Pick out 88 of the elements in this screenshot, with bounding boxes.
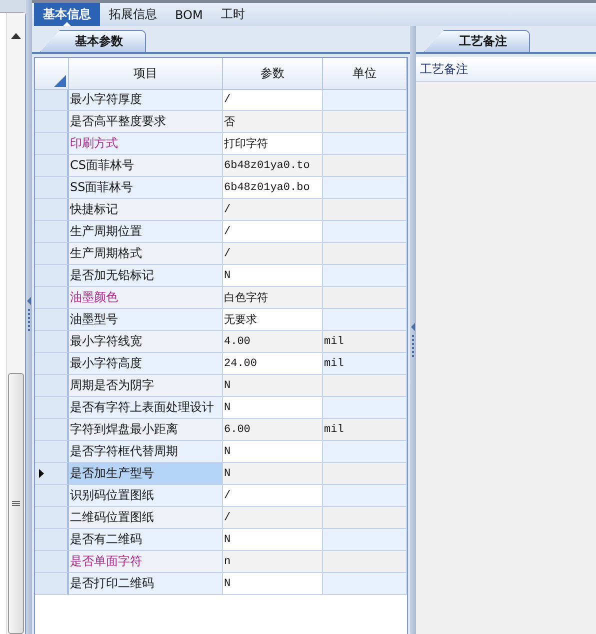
row-header-cell[interactable] — [35, 111, 69, 133]
table-cell: / — [223, 243, 323, 265]
table-cell: 二维码位置图纸 — [69, 507, 223, 529]
row-pointer-icon — [39, 469, 44, 478]
row-header-cell[interactable] — [35, 155, 69, 177]
table-cell: 油墨型号 — [69, 309, 223, 331]
table-cell: 是否高平整度要求 — [69, 111, 223, 133]
table-cell: 最小字符厚度 — [69, 89, 223, 111]
row-header-cell[interactable] — [35, 353, 69, 375]
table-cell: mil — [323, 331, 407, 353]
table-cell: 周期是否为阴字 — [69, 375, 223, 397]
row-header-cell[interactable] — [35, 485, 69, 507]
row-header-cell[interactable] — [35, 89, 69, 111]
table-cell: 6.00 — [223, 419, 323, 441]
row-header-cell[interactable] — [35, 507, 69, 529]
table-cell: 生产周期格式 — [69, 243, 223, 265]
top-tab[interactable]: 基本信息 — [34, 3, 100, 26]
table-cell: 4.00 — [223, 331, 323, 353]
table-cell: / — [223, 507, 323, 529]
table-cell: / — [223, 89, 323, 111]
row-header-cell[interactable] — [35, 243, 69, 265]
table-cell: 打印字符 — [223, 133, 323, 155]
top-tab[interactable]: 拓展信息 — [100, 3, 166, 26]
table-cell: / — [223, 221, 323, 243]
table-cell: 生产周期位置 — [69, 221, 223, 243]
table-cell: 字符到焊盘最小距离 — [69, 419, 223, 441]
row-header-cell[interactable] — [35, 529, 69, 551]
column-header[interactable]: 单位 — [323, 58, 407, 90]
table-cell: N — [223, 441, 323, 463]
top-tab[interactable]: 工时 — [212, 3, 254, 26]
row-header-cell[interactable] — [35, 221, 69, 243]
row-header-cell[interactable] — [35, 287, 69, 309]
table-cell: 是否有二维码 — [69, 529, 223, 551]
column-header[interactable]: 项目 — [69, 58, 223, 90]
scrollbar-thumb[interactable] — [8, 373, 24, 634]
panel-tab[interactable]: 工艺备注 — [424, 30, 530, 52]
notes-field[interactable] — [416, 82, 596, 634]
table-cell: SS面菲林号 — [69, 177, 223, 199]
table-cell: 是否加生产型号 — [69, 463, 223, 485]
row-header-cell[interactable] — [35, 463, 69, 485]
table-cell: 是否字符框代替周期 — [69, 441, 223, 463]
table-cell: CS面菲林号 — [69, 155, 223, 177]
table-cell: N — [223, 463, 323, 485]
table-cell: 识别码位置图纸 — [69, 485, 223, 507]
row-header-cell[interactable] — [35, 199, 69, 221]
table-cell: 印刷方式 — [69, 133, 223, 155]
table-cell: 否 — [223, 111, 323, 133]
field-label: 工艺备注 — [416, 57, 596, 82]
table-cell: N — [223, 397, 323, 419]
row-header-cell[interactable] — [35, 551, 69, 573]
corner-triangle-icon — [54, 75, 66, 87]
row-header-cell[interactable] — [35, 397, 69, 419]
table-cell: 最小字符高度 — [69, 353, 223, 375]
table-cell: / — [223, 199, 323, 221]
row-header-cell[interactable] — [35, 375, 69, 397]
table-cell: 油墨颜色 — [69, 287, 223, 309]
row-header-cell[interactable] — [35, 573, 69, 595]
table-cell: N — [223, 375, 323, 397]
row-header-cell[interactable] — [35, 419, 69, 441]
table-cell: / — [223, 485, 323, 507]
table-cell: n — [223, 551, 323, 573]
table-cell: 最小字符线宽 — [69, 331, 223, 353]
row-header-cell[interactable] — [35, 441, 69, 463]
table-cell: 6b48z01ya0.to — [223, 155, 323, 177]
table-cell: 快捷标记 — [69, 199, 223, 221]
table-cell: 是否有字符上表面处理设计 — [69, 397, 223, 419]
table-cell: N — [223, 265, 323, 287]
row-header-cell[interactable] — [35, 265, 69, 287]
table-cell: mil — [323, 353, 407, 375]
row-header-cell[interactable] — [35, 331, 69, 353]
table-cell: 是否单面字符 — [69, 551, 223, 573]
table-cell: 6b48z01ya0.bo — [223, 177, 323, 199]
top-tab[interactable]: BOM — [166, 3, 212, 26]
row-header-cell[interactable] — [35, 177, 69, 199]
table-cell: 白色字符 — [223, 287, 323, 309]
table-cell: 是否加无铅标记 — [69, 265, 223, 287]
table-cell: N — [223, 573, 323, 595]
row-header-cell[interactable] — [35, 133, 69, 155]
table-cell: N — [223, 529, 323, 551]
panel-tab[interactable]: 基本参数 — [40, 30, 146, 52]
grip-icon — [12, 500, 20, 506]
table-cell: 是否打印二维码 — [69, 573, 223, 595]
table-cell: mil — [323, 419, 407, 441]
table-cell: 无要求 — [223, 309, 323, 331]
table-cell: 24.00 — [223, 353, 323, 375]
row-header-cell[interactable] — [35, 309, 69, 331]
column-header[interactable]: 参数 — [223, 58, 323, 90]
scroll-up-icon[interactable] — [11, 33, 21, 39]
